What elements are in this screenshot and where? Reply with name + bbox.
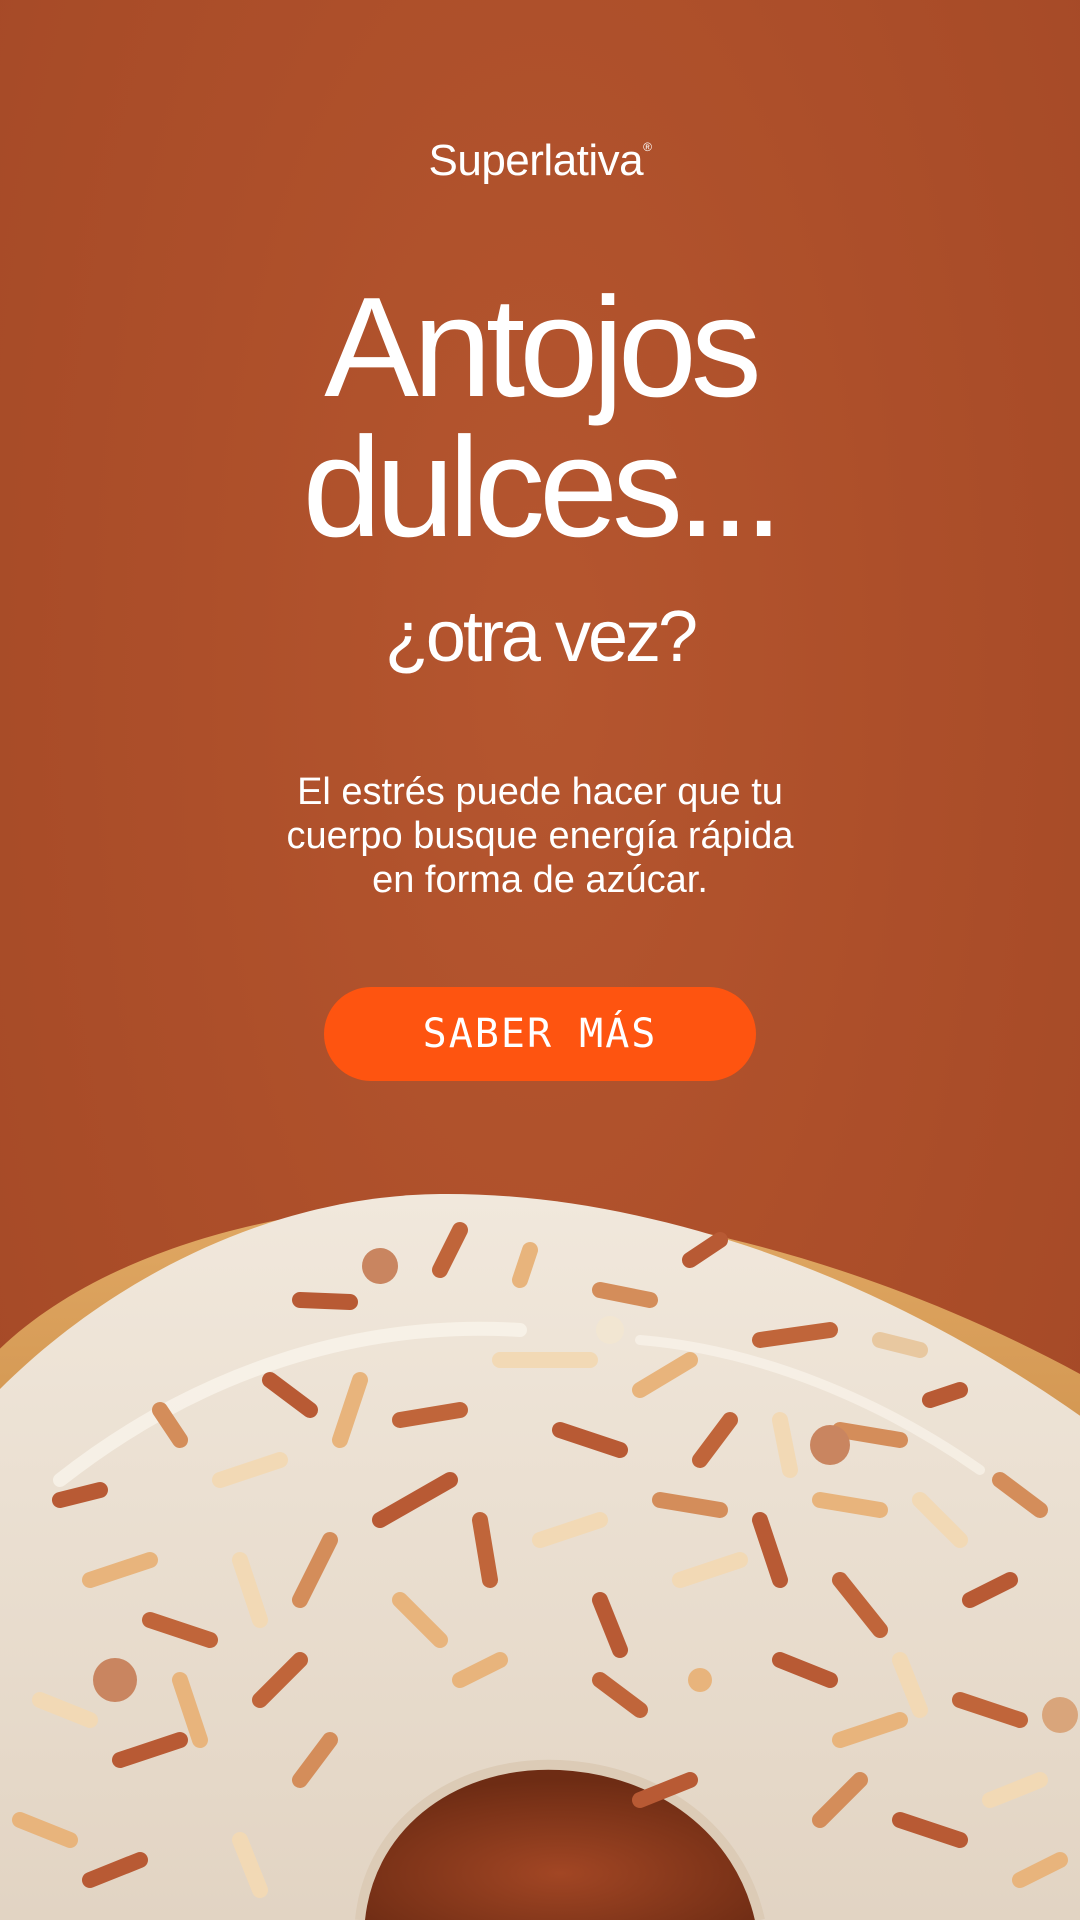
headline-line-1: Antojos [324, 268, 762, 427]
body-copy: El estrés puede hacer que tu cuerpo busq… [220, 770, 860, 902]
trademark-symbol: ® [643, 140, 652, 154]
ad-page: Superlativa® Antojos dulces... ¿otra vez… [0, 0, 1080, 1920]
saber-mas-button[interactable]: SABER MÁS [324, 987, 756, 1081]
donut-image [0, 1193, 1080, 1920]
brand-logo: Superlativa® [0, 136, 1080, 186]
headline: Antojos dulces... [0, 277, 1080, 559]
body-copy-line-2: cuerpo busque energía rápida [286, 815, 794, 857]
subheadline: ¿otra vez? [384, 597, 698, 677]
body-copy-line-3: en forma de azúcar. [372, 859, 708, 901]
headline-line-2: dulces... [302, 408, 784, 567]
brand-name: Superlativa [428, 136, 644, 185]
body-copy-line-1: El estrés puede hacer que tu [297, 771, 783, 813]
